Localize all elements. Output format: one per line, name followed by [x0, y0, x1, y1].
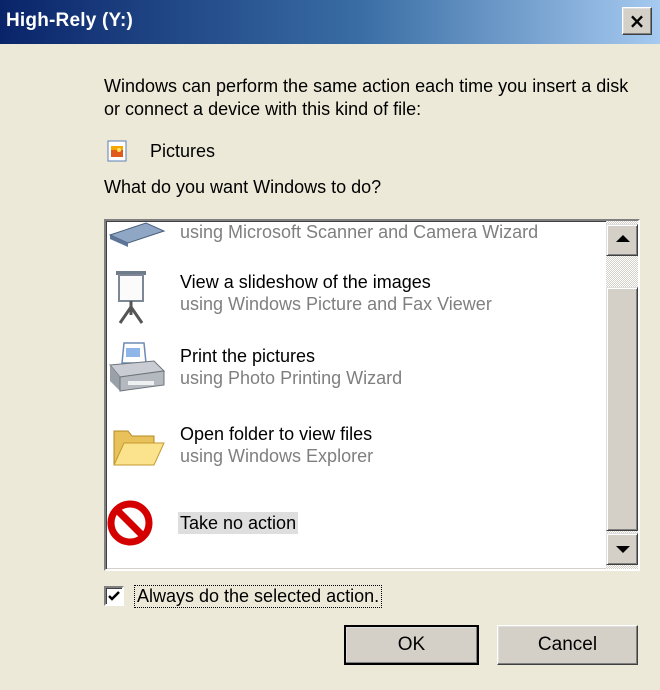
list-item-print[interactable]: Print the pictures using Photo Printing … [106, 339, 610, 413]
cancel-button[interactable]: Cancel [497, 625, 638, 665]
slideshow-label: View a slideshow of the images [180, 272, 431, 292]
open-folder-sub: using Windows Explorer [180, 446, 374, 466]
list-item-take-no-action[interactable]: Take no action [106, 495, 610, 569]
scroll-up-button[interactable] [606, 224, 638, 256]
open-folder-label: Open folder to view files [180, 424, 373, 444]
list-scrollbar[interactable] [606, 221, 638, 569]
always-do-checkbox[interactable] [104, 586, 124, 606]
title-bar: High-Rely (Y:) × [0, 0, 660, 44]
pictures-icon [107, 140, 127, 162]
take-no-action-label: Take no action [178, 512, 299, 534]
question-text: What do you want Windows to do? [104, 177, 382, 197]
content-type-label: Pictures [150, 140, 216, 161]
folder-icon [113, 430, 165, 466]
close-button[interactable]: × [622, 7, 652, 35]
printer-icon [109, 342, 166, 392]
close-icon: × [628, 9, 646, 33]
checkmark-icon [108, 591, 120, 601]
ok-button[interactable]: OK [344, 625, 479, 665]
scroll-down-button[interactable] [606, 533, 638, 565]
scanner-wizard-sub: using Microsoft Scanner and Camera Wizar… [180, 222, 539, 242]
print-label: Print the pictures [180, 346, 316, 366]
always-do-row[interactable]: Always do the selected action. [104, 583, 383, 609]
no-action-icon [107, 500, 153, 546]
intro-text: Windows can perform the same action each… [104, 76, 629, 119]
arrow-down-icon [616, 546, 630, 553]
slideshow-sub: using Windows Picture and Fax Viewer [180, 294, 492, 314]
print-sub: using Photo Printing Wizard [180, 368, 403, 388]
scroll-thumb[interactable] [606, 287, 638, 531]
list-item-open-folder[interactable]: Open folder to view files using Windows … [106, 417, 610, 491]
window-title: High-Rely (Y:) [6, 10, 133, 31]
always-do-label: Always do the selected action. [134, 584, 383, 608]
arrow-up-icon [616, 235, 630, 242]
list-item-slideshow[interactable]: View a slideshow of the images using Win… [106, 265, 610, 339]
action-list: using Microsoft Scanner and Camera Wizar… [106, 221, 610, 569]
action-listbox[interactable]: using Microsoft Scanner and Camera Wizar… [104, 219, 640, 571]
content-type: Pictures [104, 136, 215, 166]
slideshow-icon [116, 271, 146, 324]
scanner-icon [108, 222, 166, 247]
